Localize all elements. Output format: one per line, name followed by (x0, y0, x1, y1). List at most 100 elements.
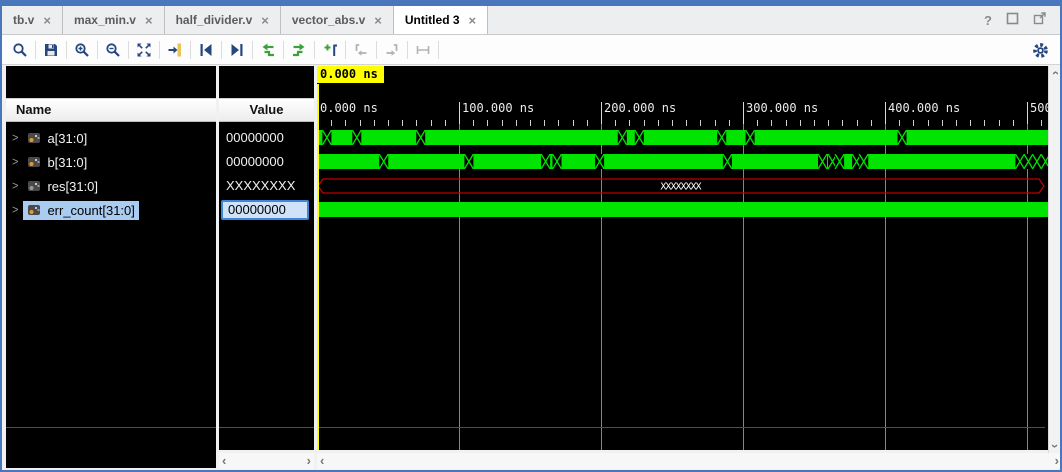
go-to-last-time-icon (291, 42, 307, 58)
wave-row-res-31-0-[interactable]: XXXXXXXX (317, 174, 1048, 198)
signal-row-err-count[interactable]: > err_count[31:0] (6, 198, 216, 222)
signal-row-res[interactable]: > res[31:0] (6, 174, 216, 198)
signal-name-label: a[31:0] (47, 131, 87, 146)
close-icon[interactable]: × (261, 13, 269, 28)
signal-row-a[interactable]: > a[31:0] (6, 126, 216, 150)
scroll-right-icon[interactable]: › (1055, 456, 1059, 466)
previous-transition-button[interactable] (194, 38, 218, 62)
expand-chevron-icon[interactable]: > (12, 131, 18, 144)
value-cell-err-count: 00000000 (219, 200, 314, 224)
separator (97, 41, 98, 59)
wave-row-err_count-31-0-[interactable] (317, 198, 1048, 222)
zoom-to-cursor-button[interactable] (163, 38, 187, 62)
find-button[interactable] (8, 38, 32, 62)
settings-button[interactable] (1028, 38, 1052, 62)
maximize-icon[interactable] (1006, 12, 1019, 28)
bus-icon (27, 156, 41, 168)
scroll-down-icon[interactable]: › (1051, 444, 1061, 448)
next-transition-button[interactable] (225, 38, 249, 62)
signal-name-label: res[31:0] (47, 179, 98, 194)
wave-row-b-31-0-[interactable] (317, 150, 1048, 174)
ruler-label: 500 (1030, 101, 1048, 115)
tab-vector-abs-v[interactable]: vector_abs.v × (281, 6, 394, 34)
bus-icon (27, 180, 41, 192)
marker-interval-icon (415, 42, 431, 58)
scroll-up-icon[interactable]: › (1051, 71, 1061, 75)
go-to-last-time-button[interactable] (287, 38, 311, 62)
wave-horizontal-scrollbar[interactable]: ‹ › (317, 453, 1062, 469)
next-transition-icon (229, 42, 245, 58)
close-icon[interactable]: × (43, 13, 51, 28)
expand-chevron-icon[interactable]: > (12, 155, 18, 168)
separator (190, 41, 191, 59)
ruler-label: 200.000 ns (604, 101, 676, 115)
tab-half-divider-v[interactable]: half_divider.v × (165, 6, 281, 34)
marker-interval-button[interactable] (411, 38, 435, 62)
panel-divider-line (317, 427, 1045, 428)
tab-label: half_divider.v (176, 13, 253, 27)
save-wave-config-button[interactable] (39, 38, 63, 62)
tab-tb-v[interactable]: tb.v × (2, 6, 63, 34)
help-icon[interactable]: ? (984, 13, 992, 28)
zoom-fit-button[interactable] (132, 38, 156, 62)
tab-bar: tb.v × max_min.v × half_divider.v × vect… (2, 6, 1060, 35)
separator (252, 41, 253, 59)
value-edit-field[interactable]: 00000000 (221, 200, 309, 220)
tab-label: max_min.v (74, 13, 136, 27)
value-cell-b[interactable]: 00000000 (219, 150, 314, 174)
time-ruler[interactable]: 0.000 ns100.000 ns200.000 ns300.000 ns40… (317, 86, 1045, 126)
wave-canvas[interactable]: 0.000 ns 0.000 ns100.000 ns200.000 ns300… (317, 66, 1048, 450)
ruler-label: 300.000 ns (746, 101, 818, 115)
panel-divider-line (219, 427, 314, 428)
value-cell-res[interactable]: XXXXXXXX (219, 174, 314, 198)
previous-transition-icon (198, 42, 214, 58)
close-icon[interactable]: × (469, 13, 477, 28)
close-icon[interactable]: × (374, 13, 382, 28)
value-panel: Value 00000000 00000000 XXXXXXXX 0000000… (219, 66, 314, 450)
scroll-left-icon[interactable]: ‹ (222, 456, 226, 466)
scroll-right-icon[interactable]: › (307, 456, 311, 466)
name-panel: Name > a[31:0] > b[31:0] > res[31:0] > e… (6, 66, 216, 468)
vertical-scrollbar[interactable]: › › (1048, 66, 1062, 453)
signal-name-label: b[31:0] (47, 155, 87, 170)
save-icon (43, 42, 59, 58)
tab-max-min-v[interactable]: max_min.v × (63, 6, 165, 34)
cursor-time-badge: 0.000 ns (317, 66, 384, 83)
zoom-out-button[interactable] (101, 38, 125, 62)
zoom-in-button[interactable] (70, 38, 94, 62)
tab-label: tb.v (13, 13, 34, 27)
time-cursor-line[interactable] (317, 84, 319, 450)
bus-icon (27, 204, 41, 216)
signal-row-b[interactable]: > b[31:0] (6, 150, 216, 174)
signal-value-rows: 00000000 00000000 XXXXXXXX 00000000 (219, 126, 314, 224)
expand-chevron-icon[interactable]: > (12, 203, 18, 216)
value-column-header: Value (219, 98, 314, 122)
zoom-in-icon (74, 42, 90, 58)
add-marker-icon (322, 42, 338, 58)
previous-marker-icon (353, 42, 369, 58)
svg-text:XXXXXXXX: XXXXXXXX (660, 182, 701, 193)
add-marker-button[interactable] (318, 38, 342, 62)
scroll-left-icon[interactable]: ‹ (320, 456, 324, 466)
separator (438, 41, 439, 59)
wave-window: tb.v × max_min.v × half_divider.v × vect… (0, 0, 1062, 472)
separator (128, 41, 129, 59)
previous-marker-button[interactable] (349, 38, 373, 62)
ruler-label: 100.000 ns (462, 101, 534, 115)
zoom-out-icon (105, 42, 121, 58)
wave-row-a-31-0-[interactable] (317, 126, 1048, 150)
value-cell-a[interactable]: 00000000 (219, 126, 314, 150)
gear-icon (1032, 42, 1049, 59)
tab-untitled-3[interactable]: Untitled 3 × (394, 6, 488, 34)
close-icon[interactable]: × (145, 13, 153, 28)
next-marker-button[interactable] (380, 38, 404, 62)
separator (283, 41, 284, 59)
value-horizontal-scrollbar[interactable]: ‹ › (219, 453, 314, 469)
zoom-fit-icon (136, 42, 152, 58)
expand-chevron-icon[interactable]: > (12, 179, 18, 192)
zoom-to-cursor-icon (167, 42, 183, 58)
tab-label: Untitled 3 (405, 13, 460, 27)
go-to-time-zero-button[interactable] (256, 38, 280, 62)
next-marker-icon (384, 42, 400, 58)
float-window-icon[interactable] (1033, 12, 1046, 28)
